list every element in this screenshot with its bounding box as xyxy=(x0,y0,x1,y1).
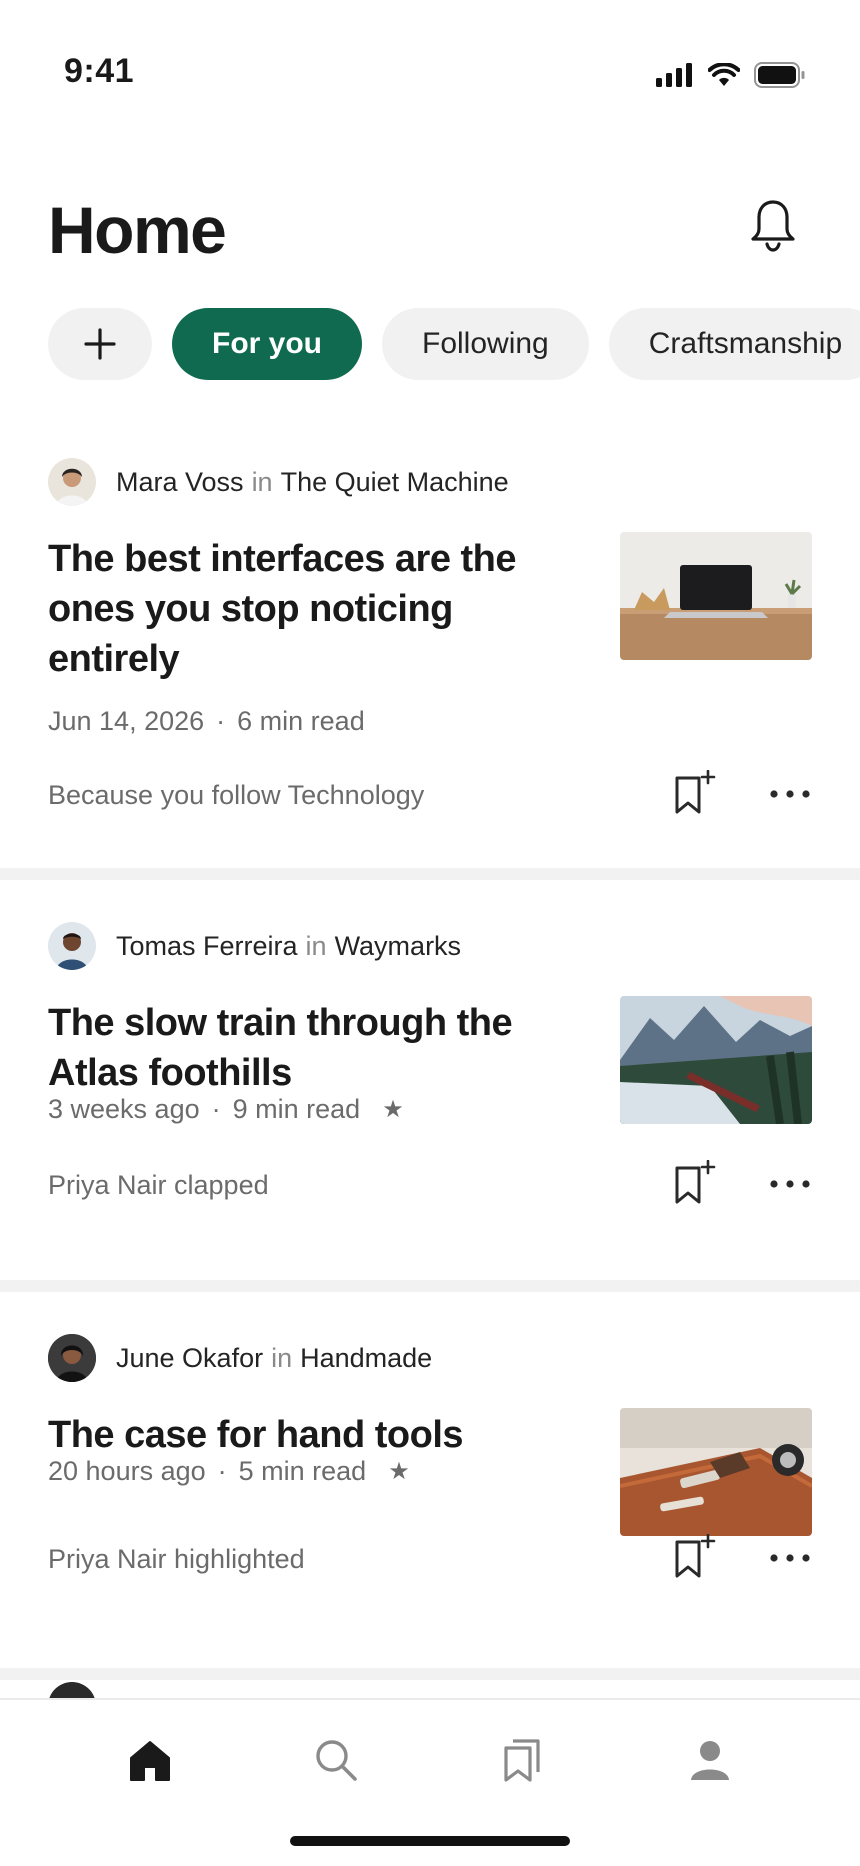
read-time: 9 min read xyxy=(232,1094,361,1124)
member-star-icon: ★ xyxy=(388,1458,410,1485)
plus-icon xyxy=(84,328,116,360)
bookmark-add-icon[interactable] xyxy=(670,1534,716,1580)
meta-separator: · xyxy=(211,1094,221,1124)
article-feed: Mara Voss in The Quiet Machine The best … xyxy=(0,420,860,1680)
article-thumbnail[interactable] xyxy=(620,532,812,660)
recommendation-reason: Priya Nair clapped xyxy=(48,1170,269,1200)
meta-separator: · xyxy=(217,1456,227,1486)
author-avatar[interactable] xyxy=(48,458,96,506)
page-header: Home xyxy=(48,190,812,270)
article-thumbnail[interactable] xyxy=(620,1408,812,1536)
more-options-icon[interactable] xyxy=(768,1174,812,1194)
add-topic-button[interactable] xyxy=(48,308,152,380)
status-time: 9:41 xyxy=(64,52,135,90)
notifications-bell-icon[interactable] xyxy=(748,198,798,254)
status-icons xyxy=(656,62,806,88)
search-icon[interactable] xyxy=(312,1736,360,1784)
author-avatar[interactable] xyxy=(48,1334,96,1382)
in-label: in xyxy=(305,930,327,961)
publication-name[interactable]: Waymarks xyxy=(335,931,462,962)
status-bar: 9:41 xyxy=(0,0,860,150)
article-thumbnail[interactable] xyxy=(620,996,812,1124)
author-name[interactable]: June Okafor xyxy=(116,1343,263,1374)
article-meta: Jun 14, 2026 · 6 min read xyxy=(48,706,365,737)
bookmark-add-icon[interactable] xyxy=(670,1160,716,1206)
chip-for-you[interactable]: For you xyxy=(172,308,362,380)
article-meta: 3 weeks ago · 9 min read ★ xyxy=(48,1094,404,1125)
article-byline: Tomas Ferreira in Waymarks xyxy=(48,922,461,970)
chip-following[interactable]: Following xyxy=(382,308,589,380)
article-title[interactable]: The best interfaces are the ones you sto… xyxy=(48,534,568,684)
publish-date: Jun 14, 2026 xyxy=(48,706,205,736)
wifi-icon xyxy=(708,63,740,86)
library-bookmarks-icon[interactable] xyxy=(498,1736,546,1784)
read-time: 6 min read xyxy=(237,706,365,736)
home-icon[interactable] xyxy=(126,1736,174,1784)
author-name[interactable]: Mara Voss xyxy=(116,467,244,498)
article-card[interactable]: Tomas Ferreira in Waymarks The slow trai… xyxy=(0,880,860,1280)
article-card[interactable]: June Okafor in Handmade The case for han… xyxy=(0,1292,860,1668)
in-label: in xyxy=(251,466,273,497)
article-byline: Mara Voss in The Quiet Machine xyxy=(48,458,509,506)
home-indicator xyxy=(290,1836,570,1846)
more-options-icon[interactable] xyxy=(768,1548,812,1568)
profile-icon[interactable] xyxy=(686,1736,734,1784)
recommendation-reason: Because you follow Technology xyxy=(48,780,425,810)
more-options-icon[interactable] xyxy=(768,784,812,804)
publish-date: 3 weeks ago xyxy=(48,1094,200,1124)
meta-separator: · xyxy=(216,706,226,736)
author-name[interactable]: Tomas Ferreira xyxy=(116,931,298,962)
member-star-icon: ★ xyxy=(382,1096,404,1123)
card-divider xyxy=(0,868,860,880)
read-time: 5 min read xyxy=(238,1456,367,1486)
author-avatar[interactable] xyxy=(48,922,96,970)
battery-icon xyxy=(754,62,805,88)
recommendation-reason: Priya Nair highlighted xyxy=(48,1544,305,1574)
cellular-signal-icon xyxy=(656,63,692,87)
article-byline: June Okafor in Handmade xyxy=(48,1334,432,1382)
card-divider xyxy=(0,1280,860,1292)
article-title[interactable]: The slow train through the Atlas foothil… xyxy=(48,998,568,1098)
article-meta: 20 hours ago · 5 min read ★ xyxy=(48,1456,410,1487)
publication-name[interactable]: The Quiet Machine xyxy=(281,467,509,498)
in-label: in xyxy=(271,1342,293,1373)
chip-craftsmanship[interactable]: Craftsmanship xyxy=(608,308,860,380)
publication-name[interactable]: Handmade xyxy=(300,1343,432,1374)
article-card[interactable]: Mara Voss in The Quiet Machine The best … xyxy=(0,420,860,868)
bookmark-add-icon[interactable] xyxy=(670,770,716,816)
publish-date: 20 hours ago xyxy=(48,1456,206,1486)
article-title[interactable]: The case for hand tools xyxy=(48,1410,568,1460)
topic-chips: For you Following Craftsmanship xyxy=(48,308,860,380)
page-title: Home xyxy=(48,193,227,267)
card-divider xyxy=(0,1668,860,1680)
